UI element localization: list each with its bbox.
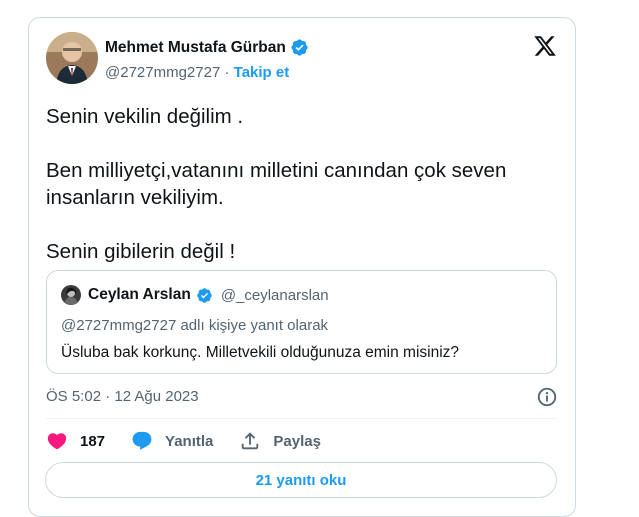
quote-reply-context: @2727mmg2727 adlı kişiye yanıt olarak: [61, 317, 329, 334]
share-button[interactable]: Paylaş: [239, 430, 321, 452]
separator: ·: [224, 64, 230, 81]
quote-author-avatar: [61, 285, 81, 305]
share-icon: [242, 432, 259, 450]
like-count: 187: [80, 432, 106, 450]
tweet-card: Mehmet Mustafa Gürban @2727mmg2727 · Tak…: [28, 17, 576, 517]
reply-button[interactable]: Yanıtla: [131, 430, 213, 452]
tweet-line: Senin gibilerin değil !: [46, 240, 236, 263]
info-icon[interactable]: [536, 386, 558, 408]
x-logo-icon[interactable]: [532, 34, 558, 58]
follow-link[interactable]: Takip et: [234, 64, 290, 81]
verified-badge-icon: [291, 39, 308, 56]
author-handle-row: @2727mmg2727 · Takip et: [105, 64, 289, 81]
tweet-line: Ben milliyetçi,vatanını milletini canınd…: [46, 159, 507, 209]
quote-author-name: Ceylan Arslan: [88, 286, 191, 303]
reply-label: Yanıtla: [165, 432, 214, 450]
quote-author-row: Ceylan Arslan @_ceylanarslan: [88, 286, 329, 304]
verified-badge-icon: [197, 287, 212, 303]
quote-text: Üsluba bak korkunç. Milletvekili olduğun…: [61, 344, 460, 361]
divider: [46, 418, 557, 419]
read-replies-button[interactable]: 21 yanıtı oku: [45, 462, 557, 498]
quote-author-handle: @_ceylanarslan: [220, 286, 329, 304]
like-button[interactable]: 187: [46, 430, 105, 452]
author-name[interactable]: Mehmet Mustafa Gürban: [105, 39, 286, 57]
tweet-timestamp[interactable]: ÖS 5:02 · 12 Ağu 2023: [46, 388, 199, 405]
tweet-line: Senin vekilin değilim .: [46, 105, 244, 128]
quoted-tweet[interactable]: Ceylan Arslan @_ceylanarslan @2727mmg272…: [46, 270, 557, 374]
tweet-text: Senin vekilin değilim . Ben milliyetçi,v…: [46, 103, 561, 265]
author-name-row[interactable]: Mehmet Mustafa Gürban: [105, 38, 309, 57]
author-handle[interactable]: @2727mmg2727: [105, 64, 220, 81]
heart-icon: [47, 433, 67, 450]
author-avatar[interactable]: [46, 32, 98, 84]
speech-bubble-icon: [132, 431, 152, 450]
action-bar: 187 Yanıtla Paylaş: [46, 429, 347, 453]
share-label: Paylaş: [273, 432, 321, 450]
